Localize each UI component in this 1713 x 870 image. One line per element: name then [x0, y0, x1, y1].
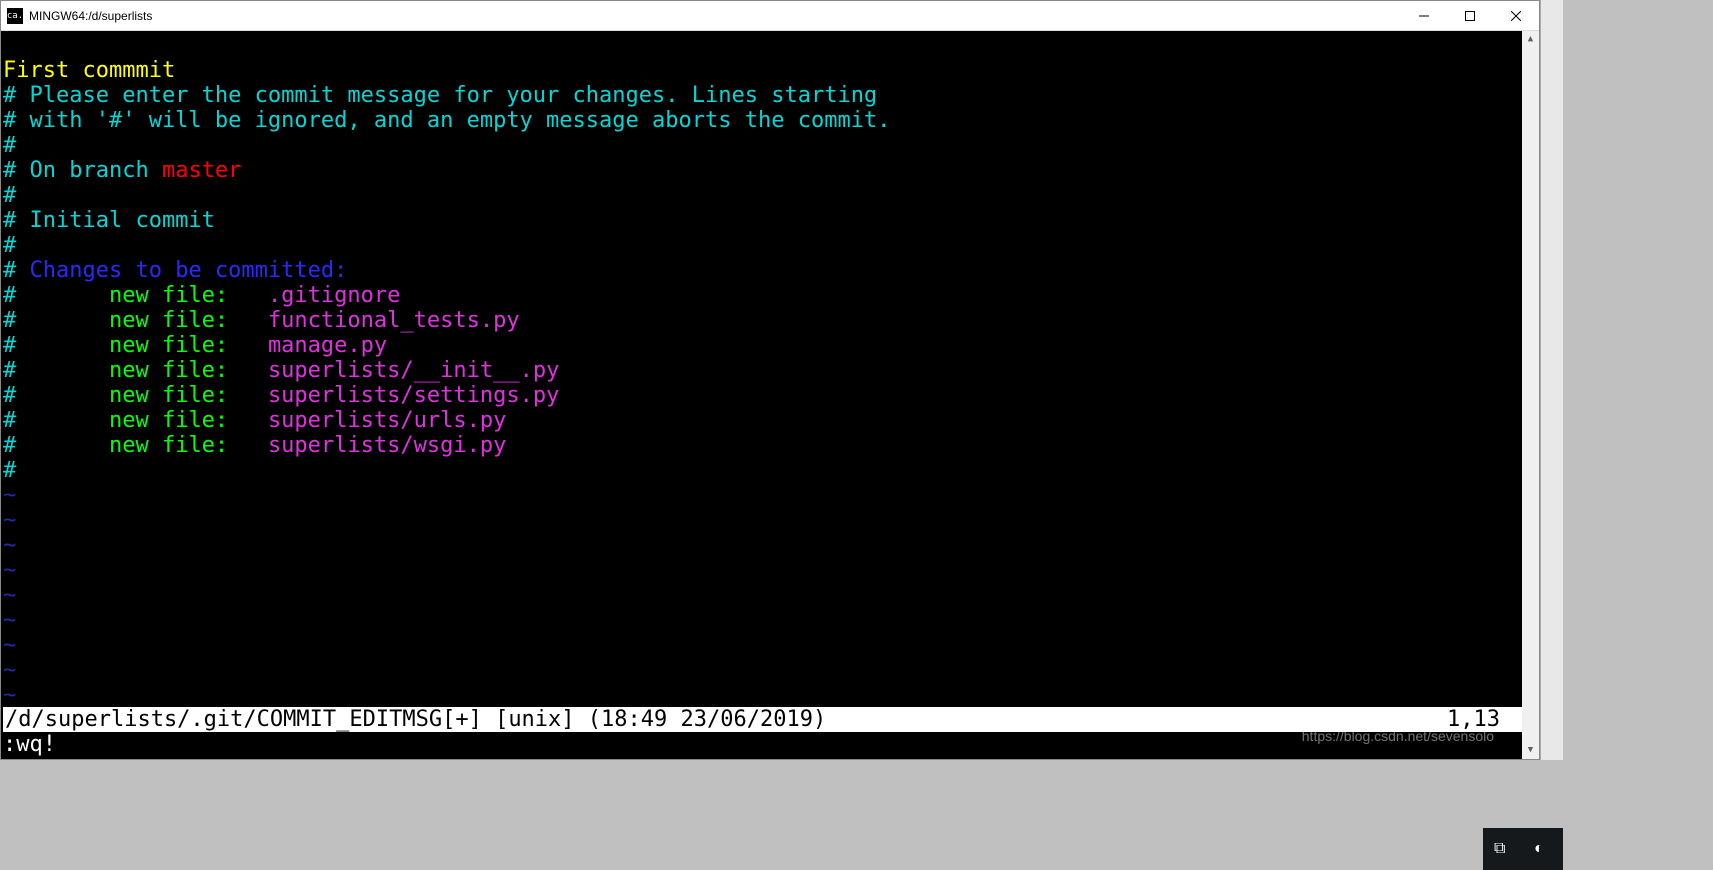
- changes-prefix: #: [3, 258, 30, 283]
- file-name: superlists/wsgi.py: [268, 433, 506, 458]
- watermark-text: https://blog.csdn.net/sevensolo: [1302, 724, 1494, 749]
- file-name: superlists/urls.py: [268, 408, 506, 433]
- initial-commit-line: # Initial commit: [3, 208, 215, 233]
- new-file-label: new file:: [109, 383, 228, 408]
- file-name: superlists/settings.py: [268, 383, 559, 408]
- tilde-line: ~: [3, 633, 16, 658]
- new-file-label: new file:: [109, 433, 228, 458]
- terminal-viewport[interactable]: First commmit # Please enter the commit …: [1, 31, 1539, 759]
- file-name: manage.py: [268, 333, 387, 358]
- status-file-info: /d/superlists/.git/COMMIT_EDITMSG[+] [un…: [5, 707, 1447, 732]
- window-titlebar[interactable]: ca. MINGW64:/d/superlists: [1, 1, 1539, 31]
- comment-hash: #: [3, 383, 16, 408]
- branch-name: master: [162, 158, 241, 183]
- comment-hash: #: [3, 308, 16, 333]
- tilde-line: ~: [3, 583, 16, 608]
- app-icon: ca.: [7, 8, 23, 24]
- new-file-label: new file:: [109, 283, 228, 308]
- tilde-line: ~: [3, 683, 16, 708]
- comment-hash: #: [3, 433, 16, 458]
- devices-icon[interactable]: ⧉: [1494, 840, 1512, 858]
- branch-line-prefix: # On branch: [3, 158, 162, 183]
- comment-line: #: [3, 233, 16, 258]
- tilde-line: ~: [3, 508, 16, 533]
- new-file-label: new file:: [109, 308, 228, 333]
- file-name: superlists/__init__.py: [268, 358, 559, 383]
- steam-icon[interactable]: ◐: [1534, 840, 1552, 858]
- changes-header: Changes to be committed:: [30, 258, 348, 283]
- comment-line: # Please enter the commit message for yo…: [3, 83, 877, 108]
- commit-message-line[interactable]: First commmit: [3, 58, 175, 83]
- tilde-line: ~: [3, 658, 16, 683]
- vim-status-line: /d/superlists/.git/COMMIT_EDITMSG[+] [un…: [3, 707, 1522, 732]
- comment-line: # with '#' will be ignored, and an empty…: [3, 108, 890, 133]
- comment-hash: #: [3, 333, 16, 358]
- comment-hash: #: [3, 358, 16, 383]
- close-button[interactable]: [1493, 1, 1539, 31]
- tilde-line: ~: [3, 483, 16, 508]
- comment-line: #: [3, 458, 16, 483]
- minimize-button[interactable]: [1401, 1, 1447, 31]
- new-file-label: new file:: [109, 358, 228, 383]
- vertical-scrollbar[interactable]: ▲ ▼: [1522, 31, 1539, 759]
- window-controls: [1401, 1, 1539, 31]
- window-title: MINGW64:/d/superlists: [29, 9, 1401, 23]
- new-file-label: new file:: [109, 408, 228, 433]
- scroll-down-button[interactable]: ▼: [1522, 742, 1539, 759]
- tilde-line: ~: [3, 533, 16, 558]
- comment-hash: #: [3, 408, 16, 433]
- file-name: .gitignore: [268, 283, 400, 308]
- taskbar-fragment: ⧉ ◐: [1483, 828, 1563, 870]
- terminal-window: ca. MINGW64:/d/superlists First commmit …: [0, 0, 1540, 760]
- tilde-line: ~: [3, 608, 16, 633]
- tilde-line: ~: [3, 558, 16, 583]
- new-file-label: new file:: [109, 333, 228, 358]
- comment-line: #: [3, 183, 16, 208]
- comment-hash: #: [3, 283, 16, 308]
- vim-command-line[interactable]: :wq!: [3, 732, 1522, 757]
- scroll-up-button[interactable]: ▲: [1522, 31, 1539, 48]
- comment-line: #: [3, 133, 16, 158]
- file-name: functional_tests.py: [268, 308, 520, 333]
- adjacent-window-edge: [1540, 0, 1563, 760]
- editor-content[interactable]: First commmit # Please enter the commit …: [1, 31, 1522, 759]
- maximize-button[interactable]: [1447, 1, 1493, 31]
